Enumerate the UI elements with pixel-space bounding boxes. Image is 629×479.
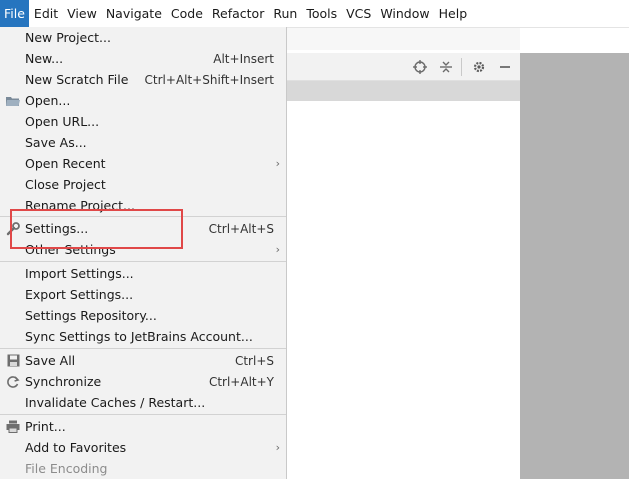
menu-item-print[interactable]: Print... [0, 416, 286, 437]
menu-code[interactable]: Code [167, 0, 207, 28]
refresh-icon [5, 374, 21, 390]
menu-vcs[interactable]: VCS [342, 0, 375, 28]
crosshair-icon[interactable] [411, 58, 429, 76]
chevron-right-icon: › [275, 243, 280, 256]
file-menu-dropdown: New Project... New... Alt+Insert New Scr… [0, 27, 287, 479]
menu-item-label: Invalidate Caches / Restart... [25, 395, 206, 410]
menu-item-shortcut: Ctrl+S [234, 353, 274, 368]
menu-navigate[interactable]: Navigate [102, 0, 166, 28]
menu-item-new-project[interactable]: New Project... [0, 27, 286, 48]
menu-item-shortcut: Ctrl+Alt+S [208, 221, 274, 236]
menu-tools[interactable]: Tools [302, 0, 341, 28]
menu-item-invalidate-caches[interactable]: Invalidate Caches / Restart... [0, 392, 286, 413]
editor-tabs-strip [286, 81, 520, 101]
gear-icon[interactable] [470, 58, 488, 76]
menu-edit[interactable]: Edit [30, 0, 62, 28]
menu-item-shortcut: Alt+Insert [213, 51, 274, 66]
menu-item-shortcut: Ctrl+Alt+Y [208, 374, 274, 389]
menu-window[interactable]: Window [376, 0, 433, 28]
menu-item-label: Save As... [25, 135, 87, 150]
menu-item-file-encoding: File Encoding [0, 458, 286, 479]
menu-bar: File Edit View Navigate Code Refactor Ru… [0, 0, 629, 28]
printer-icon [5, 419, 21, 435]
menu-separator [0, 348, 286, 349]
chevron-right-icon: › [275, 157, 280, 170]
menu-item-label: New Project... [25, 30, 111, 45]
save-icon [5, 353, 21, 369]
menu-item-export-settings[interactable]: Export Settings... [0, 284, 286, 305]
menu-item-label: Export Settings... [25, 287, 134, 302]
settings-highlight-box [10, 209, 183, 249]
menu-item-synchronize[interactable]: Synchronize Ctrl+Alt+Y [0, 371, 286, 392]
menu-file[interactable]: File [0, 0, 29, 28]
menu-separator [0, 261, 286, 262]
menu-item-label: Open... [25, 93, 71, 108]
menu-item-label: Close Project [25, 177, 106, 192]
menu-item-label: Settings Repository... [25, 308, 157, 323]
menu-item-label: New Scratch File [25, 72, 129, 87]
editor-area[interactable] [286, 101, 520, 479]
menu-item-open-url[interactable]: Open URL... [0, 111, 286, 132]
menu-item-label: Sync Settings to JetBrains Account... [25, 329, 253, 344]
menu-item-save-as[interactable]: Save As... [0, 132, 286, 153]
menu-item-save-all[interactable]: Save All Ctrl+S [0, 350, 286, 371]
menu-run[interactable]: Run [269, 0, 301, 28]
menu-item-import-settings[interactable]: Import Settings... [0, 263, 286, 284]
menu-item-label: Save All [25, 353, 76, 368]
menu-item-label: Open Recent [25, 156, 106, 171]
collapse-icon[interactable] [437, 58, 455, 76]
menu-separator [0, 414, 286, 415]
menu-refactor[interactable]: Refactor [208, 0, 268, 28]
menu-item-label: Open URL... [25, 114, 100, 129]
menu-item-new[interactable]: New... Alt+Insert [0, 48, 286, 69]
menu-item-label: Synchronize [25, 374, 102, 389]
navigation-bar [286, 28, 520, 50]
menu-item-open-recent[interactable]: Open Recent › [0, 153, 286, 174]
menu-item-label: Add to Favorites [25, 440, 127, 455]
menu-item-settings-repository[interactable]: Settings Repository... [0, 305, 286, 326]
menu-item-sync-settings[interactable]: Sync Settings to JetBrains Account... [0, 326, 286, 347]
toolbar-divider [461, 58, 462, 76]
folder-icon [5, 93, 21, 109]
menu-item-shortcut: Ctrl+Alt+Shift+Insert [144, 72, 274, 87]
menu-item-label: Print... [25, 419, 66, 434]
menu-view[interactable]: View [63, 0, 101, 28]
menu-item-add-to-favorites[interactable]: Add to Favorites › [0, 437, 286, 458]
chevron-right-icon: › [275, 441, 280, 454]
project-tool-window-header [286, 53, 520, 81]
menu-item-label: New... [25, 51, 64, 66]
right-panel [520, 53, 629, 479]
minimize-icon[interactable] [496, 58, 514, 76]
menu-item-label: File Encoding [25, 461, 108, 476]
menu-help[interactable]: Help [435, 0, 472, 28]
menu-item-new-scratch-file[interactable]: New Scratch File Ctrl+Alt+Shift+Insert [0, 69, 286, 90]
menu-item-open[interactable]: Open... [0, 90, 286, 111]
menu-item-label: Import Settings... [25, 266, 134, 281]
menu-item-close-project[interactable]: Close Project [0, 174, 286, 195]
